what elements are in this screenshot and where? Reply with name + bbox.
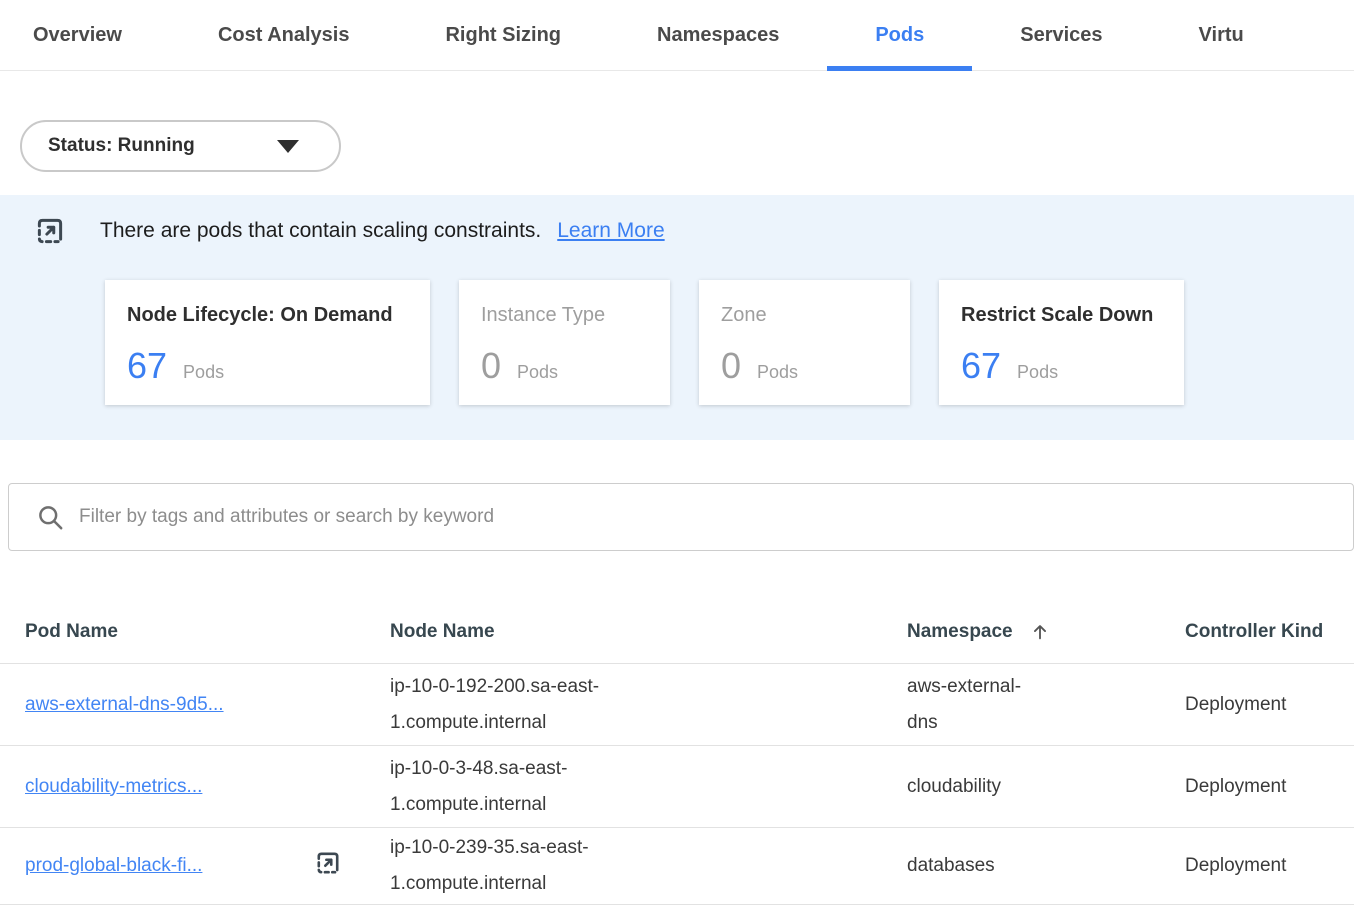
controller-kind-cell: Deployment <box>1185 694 1354 716</box>
status-filter-dropdown[interactable]: Status: Running <box>20 120 341 172</box>
card-zone[interactable]: Zone 0 Pods <box>699 280 910 405</box>
search-input[interactable] <box>79 506 1353 528</box>
scaling-constraint-icon <box>315 850 341 882</box>
banner-message: There are pods that contain scaling cons… <box>100 219 541 243</box>
node-name-cell: ip-10-0-192-200.sa-east-1.compute.intern… <box>390 669 660 741</box>
sort-ascending-arrow-icon <box>1029 621 1051 643</box>
filter-search-bar <box>8 483 1354 551</box>
pod-name-link[interactable]: prod-global-black-fi... <box>25 855 202 877</box>
node-name-cell: ip-10-0-239-35.sa-east-1.compute.interna… <box>390 830 660 902</box>
tab-namespaces[interactable]: Namespaces <box>609 0 827 70</box>
learn-more-link[interactable]: Learn More <box>557 219 664 243</box>
tab-services[interactable]: Services <box>972 0 1150 70</box>
card-value: 0 <box>481 345 501 387</box>
column-header-namespace[interactable]: Namespace <box>907 621 1185 643</box>
table-row: aws-external-dns-9d5... ip-10-0-192-200.… <box>0 664 1354 746</box>
node-name-cell: ip-10-0-3-48.sa-east-1.compute.internal <box>390 751 660 823</box>
tab-overview[interactable]: Overview <box>0 0 170 70</box>
scaling-constraints-banner: There are pods that contain scaling cons… <box>0 195 1354 440</box>
card-title: Restrict Scale Down <box>961 304 1162 327</box>
card-unit: Pods <box>517 362 558 383</box>
scaling-constraint-icon <box>35 216 65 246</box>
pods-table: Pod Name Node Name Namespace Controller … <box>0 600 1354 905</box>
pod-name-link[interactable]: cloudability-metrics... <box>25 776 202 798</box>
card-instance-type[interactable]: Instance Type 0 Pods <box>459 280 670 405</box>
table-row: prod-global-black-fi... ip-10-0-239-35.s… <box>0 828 1354 905</box>
controller-kind-cell: Deployment <box>1185 776 1354 798</box>
status-filter-label: Status: Running <box>48 135 195 157</box>
controller-kind-cell: Deployment <box>1185 855 1354 877</box>
card-node-lifecycle[interactable]: Node Lifecycle: On Demand 67 Pods <box>105 280 430 405</box>
table-row: cloudability-metrics... ip-10-0-3-48.sa-… <box>0 746 1354 828</box>
tab-cost-analysis[interactable]: Cost Analysis <box>170 0 398 70</box>
card-unit: Pods <box>183 362 224 383</box>
column-header-pod-name[interactable]: Pod Name <box>25 621 390 643</box>
tab-virtual[interactable]: Virtu <box>1151 0 1292 70</box>
card-title: Zone <box>721 304 888 327</box>
card-value: 0 <box>721 345 741 387</box>
card-restrict-scale-down[interactable]: Restrict Scale Down 67 Pods <box>939 280 1184 405</box>
card-value: 67 <box>127 345 167 387</box>
tab-bar: Overview Cost Analysis Right Sizing Name… <box>0 0 1354 71</box>
namespace-cell: cloudability <box>907 769 1042 805</box>
column-header-controller-kind[interactable]: Controller Kind <box>1185 621 1354 643</box>
column-header-node-name[interactable]: Node Name <box>390 621 907 643</box>
table-header-row: Pod Name Node Name Namespace Controller … <box>0 600 1354 664</box>
card-unit: Pods <box>757 362 798 383</box>
card-value: 67 <box>961 345 1001 387</box>
namespace-cell: databases <box>907 848 1042 884</box>
tab-pods[interactable]: Pods <box>827 0 972 70</box>
constraint-summary-cards: Node Lifecycle: On Demand 67 Pods Instan… <box>105 280 1184 405</box>
card-title: Node Lifecycle: On Demand <box>127 304 408 327</box>
tab-right-sizing[interactable]: Right Sizing <box>397 0 609 70</box>
card-unit: Pods <box>1017 362 1058 383</box>
namespace-cell: aws-external-dns <box>907 669 1042 741</box>
caret-down-icon <box>277 140 299 153</box>
pod-name-link[interactable]: aws-external-dns-9d5... <box>25 694 224 716</box>
tab-list: Overview Cost Analysis Right Sizing Name… <box>0 0 1292 70</box>
search-icon <box>37 504 64 531</box>
card-title: Instance Type <box>481 304 648 327</box>
banner-header: There are pods that contain scaling cons… <box>35 216 665 246</box>
